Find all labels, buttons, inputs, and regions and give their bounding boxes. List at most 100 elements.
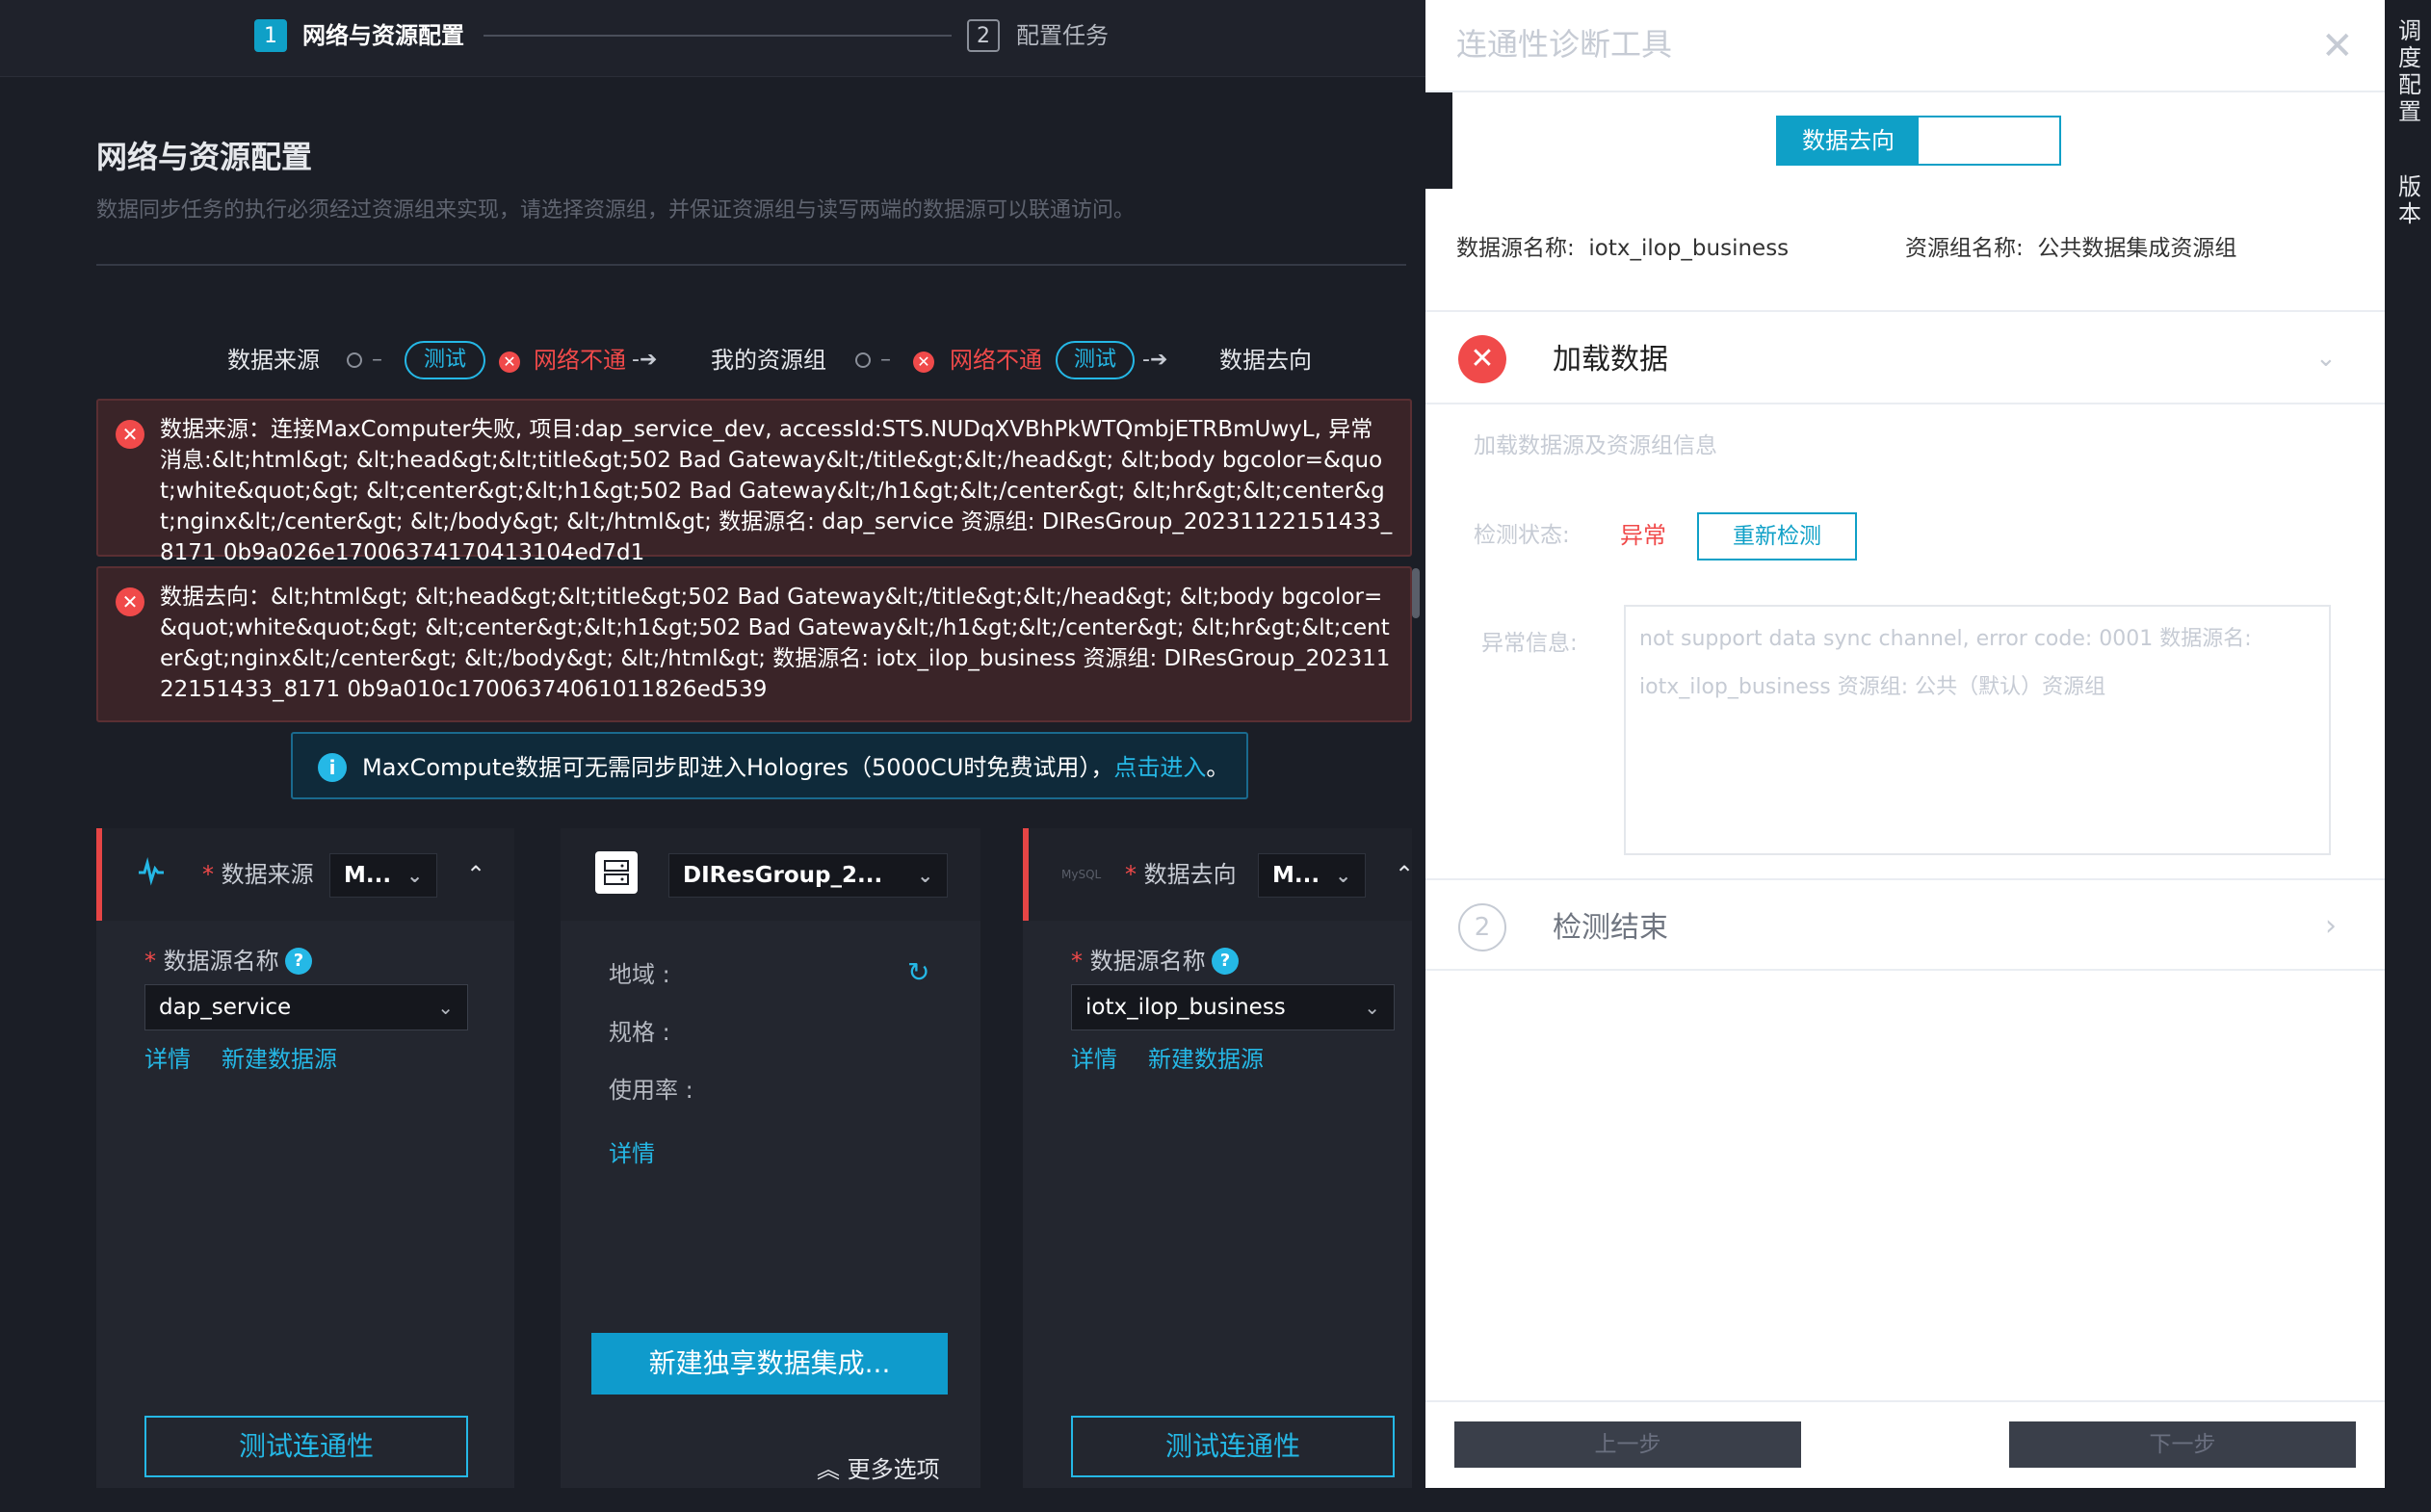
resource-detail-link[interactable]: 详情: [609, 1136, 655, 1171]
flow-arrow-icon: -➔: [632, 348, 658, 372]
close-icon[interactable]: ✕: [2321, 25, 2354, 67]
resource-group-panel: DIResGroup_2... ⌄ 地域 : ↻ 规格 : 使用率 : 详情 新建…: [561, 828, 980, 1512]
page-description: 数据同步任务的执行必须经过资源组来实现，请选择资源组，并保证资源组与读写两端的数…: [96, 198, 1136, 222]
source-new-datasource-link[interactable]: 新建数据源: [222, 1042, 337, 1077]
error-indicator: [96, 828, 102, 921]
step2-number: 2: [967, 19, 1000, 52]
prev-step-button[interactable]: 上一步: [1454, 1421, 1801, 1468]
refresh-icon[interactable]: ↻: [907, 955, 929, 990]
recheck-button[interactable]: 重新检测: [1697, 512, 1857, 560]
target-datasource-select[interactable]: iotx_ilop_business ⌄: [1071, 984, 1395, 1030]
target-type-select[interactable]: M... ⌄: [1258, 853, 1366, 898]
info-link[interactable]: 点击进入: [1113, 754, 1206, 781]
load-data-step-title[interactable]: 加载数据: [1553, 341, 1668, 379]
error-info-textarea[interactable]: not support data sync channel, error cod…: [1624, 605, 2331, 855]
divider: [1425, 403, 2385, 404]
segment-target-tab[interactable]: 数据去向: [1778, 117, 1919, 164]
target-panel-header: MySQL * 数据去向 M... ⌄ ⌃: [1023, 828, 1414, 921]
scrollbar[interactable]: [1412, 568, 1420, 618]
flow-source-label: 数据来源: [227, 347, 320, 374]
source-test-connectivity-button[interactable]: 测试连通性: [144, 1416, 468, 1477]
target-detail-link[interactable]: 详情: [1071, 1042, 1117, 1077]
chevron-down-icon: ⌄: [1364, 996, 1380, 1019]
source-panel-header: * 数据来源 M... ⌄ ⌃: [96, 828, 514, 921]
chevron-down-icon: ⌄: [406, 864, 423, 887]
divider: [1425, 310, 2385, 312]
check-status-value: 异常: [1620, 522, 1666, 549]
more-options-toggle[interactable]: ︽ 更多选项: [817, 1452, 940, 1487]
resource-panel-header: DIResGroup_2... ⌄: [561, 828, 980, 921]
source-type-select[interactable]: M... ⌄: [329, 853, 437, 898]
target-panel: MySQL * 数据去向 M... ⌄ ⌃ * 数据源名称 ? iotx_ilop…: [1023, 828, 1414, 1512]
target-test-connectivity-button[interactable]: 测试连通性: [1071, 1416, 1395, 1477]
step-bar: 1 网络与资源配置 2 配置任务: [0, 0, 1425, 77]
drawer-header: 连通性诊断工具 ✕: [1425, 0, 2385, 92]
page-title: 网络与资源配置: [96, 139, 313, 175]
usage-label: 使用率 :: [609, 1077, 693, 1104]
error-info-line2: iotx_ilop_business 资源组: 公共（默认）资源组: [1639, 675, 2106, 699]
target-new-datasource-link[interactable]: 新建数据源: [1148, 1042, 1264, 1077]
drawer-edge: [1425, 92, 1452, 189]
error-icon: ✕: [116, 587, 144, 616]
help-icon[interactable]: ?: [285, 948, 312, 975]
direction-segment: 数据去向: [1776, 116, 2061, 166]
error-status-icon: ✕: [1458, 335, 1506, 383]
source-type-value: M...: [344, 863, 392, 888]
step1-label[interactable]: 网络与资源配置: [302, 19, 464, 52]
step-number-badge: 2: [1458, 903, 1506, 952]
load-data-subtitle: 加载数据源及资源组信息: [1474, 433, 1717, 458]
chevron-down-icon: ⌄: [437, 996, 454, 1019]
divider: [96, 264, 1406, 266]
drawer-title: 连通性诊断工具: [1456, 26, 1673, 63]
help-icon[interactable]: ?: [1212, 948, 1239, 975]
error-info-line1: not support data sync channel, error cod…: [1639, 627, 2252, 651]
check-status-label: 检测状态:: [1474, 523, 1570, 548]
resource-group-value: DIResGroup_2...: [683, 863, 883, 888]
source-field-text: 数据源名称: [163, 948, 279, 975]
bottom-strip: [0, 1488, 2385, 1512]
flow-test-target-button[interactable]: 测试: [1056, 341, 1135, 379]
create-exclusive-resource-button[interactable]: 新建独享数据集成...: [591, 1333, 948, 1395]
mysql-icon: MySQL: [1061, 868, 1102, 881]
double-chevron-up-icon: ︽: [817, 1456, 848, 1483]
resource-group-select[interactable]: DIResGroup_2... ⌄: [668, 853, 948, 898]
datasource-meta-value: iotx_ilop_business: [1588, 236, 1790, 261]
source-datasource-select[interactable]: dap_service ⌄: [144, 984, 468, 1030]
step-connector: [484, 35, 952, 37]
info-text: MaxCompute数据可无需同步即进入Hologres（5000CU时免费试用…: [362, 754, 1114, 781]
flow-dash: –: [372, 348, 382, 372]
step2-label[interactable]: 配置任务: [1016, 19, 1109, 52]
resgroup-meta-value: 公共数据集成资源组: [2037, 236, 2237, 261]
target-type-value: M...: [1272, 863, 1320, 888]
error-icon: ✕: [116, 420, 144, 449]
connectivity-diagnostic-drawer: 连通性诊断工具 ✕ 数据去向 数据源名称: iotx_ilop_business…: [1425, 0, 2385, 1488]
error-info-label: 异常信息:: [1481, 631, 1578, 656]
chevron-right-icon[interactable]: ›: [2325, 907, 2337, 946]
flow-net-fail-2: 网络不通: [950, 347, 1042, 374]
check-end-step-title[interactable]: 检测结束: [1553, 909, 1668, 948]
region-label: 地域 :: [609, 961, 670, 988]
source-error-alert: ✕ 数据来源：连接MaxComputer失败, 项目:dap_service_d…: [96, 399, 1412, 565]
flow-dash: –: [880, 348, 891, 372]
source-field-label: * 数据源名称: [144, 948, 279, 975]
collapse-icon[interactable]: ⌃: [1395, 855, 1414, 894]
more-options-text: 更多选项: [847, 1456, 940, 1483]
target-datasource-value: iotx_ilop_business: [1085, 995, 1286, 1020]
resgroup-meta: 资源组名称: 公共数据集成资源组: [1905, 231, 2236, 266]
datasource-type-icon: [137, 857, 166, 895]
flow-net-fail-1: 网络不通: [534, 347, 626, 374]
step1-number: 1: [254, 19, 287, 52]
source-detail-link[interactable]: 详情: [144, 1042, 191, 1077]
next-step-button[interactable]: 下一步: [2009, 1421, 2356, 1468]
divider: [1425, 969, 2385, 971]
target-error-text: 数据去向：&lt;html&gt; &lt;head&gt;&lt;title&…: [160, 585, 1391, 702]
chevron-down-icon[interactable]: ⌄: [2315, 339, 2337, 378]
collapse-icon[interactable]: ⌃: [466, 855, 485, 894]
target-header-label: * 数据去向: [1125, 861, 1237, 888]
side-tab-version[interactable]: 版本: [2396, 173, 2423, 227]
source-header-text: 数据来源: [221, 861, 314, 888]
side-tab-schedule-config[interactable]: 调度配置: [2396, 17, 2423, 125]
chevron-down-icon: ⌄: [917, 864, 933, 887]
flow-test-source-button[interactable]: 测试: [405, 341, 485, 379]
source-header-label: * 数据来源: [202, 861, 314, 888]
